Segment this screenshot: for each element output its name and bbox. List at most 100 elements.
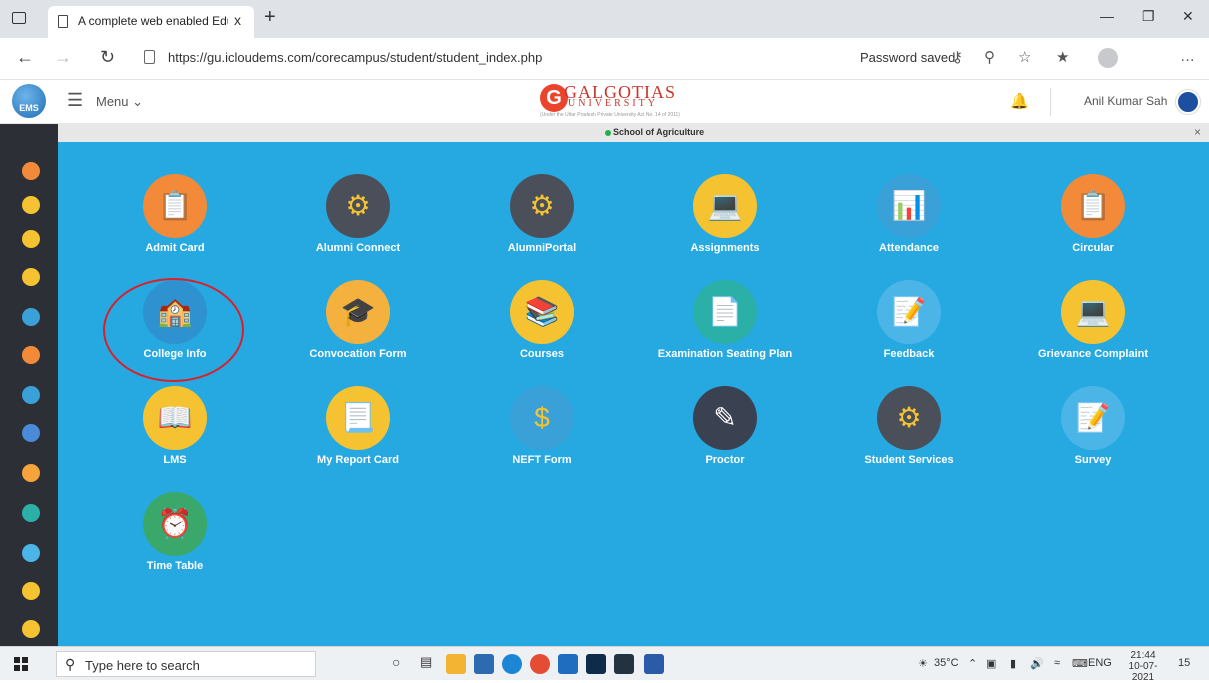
- ems-logo[interactable]: EMS: [12, 84, 46, 118]
- sticky-notes-icon[interactable]: [614, 654, 634, 674]
- tile-student-services[interactable]: ⚙ Student Services: [819, 386, 999, 486]
- back-icon[interactable]: ←: [16, 47, 34, 68]
- tile-proctor[interactable]: ✎ Proctor: [635, 386, 815, 486]
- brand-tagline: (Under the Uttar Pradesh Private Univers…: [540, 112, 680, 118]
- temperature[interactable]: 35°C: [934, 657, 959, 669]
- taskbar-search-input[interactable]: ⚲ Type here to search: [56, 651, 316, 677]
- tile-label: My Report Card: [317, 454, 399, 466]
- university-logo: G GALGOTIAS UNIVERSITY (Under the Uttar …: [540, 82, 680, 118]
- keyboard-icon[interactable]: ⌨: [1072, 657, 1088, 670]
- sidebar-student-icon-2[interactable]: [22, 582, 40, 600]
- volume-icon[interactable]: 🔊: [1030, 657, 1044, 670]
- profile-avatar[interactable]: [1098, 48, 1118, 68]
- tile-label: Admit Card: [145, 242, 205, 254]
- password-saved-indicator[interactable]: Password saved: [860, 50, 955, 65]
- document-pen-icon: ✎: [693, 386, 757, 450]
- search-icon: ⚲: [65, 656, 76, 672]
- task-view-icon[interactable]: ▤: [420, 654, 432, 670]
- tile-examination-seating-plan[interactable]: 📄 Examination Seating Plan: [635, 280, 815, 380]
- sidebar-gears-icon-2[interactable]: [22, 230, 40, 248]
- edge-icon[interactable]: [502, 654, 522, 674]
- notification-bell-icon[interactable]: 🔔: [1010, 92, 1029, 110]
- more-icon[interactable]: …: [1180, 48, 1195, 65]
- tile-alumni-connect[interactable]: ⚙ Alumni Connect: [268, 174, 448, 274]
- tab-actions-icon[interactable]: [12, 12, 26, 24]
- address-bar: ← → ↻ https://gu.icloudems.com/corecampu…: [0, 38, 1209, 80]
- header-divider: [1050, 88, 1051, 116]
- favorite-star-icon[interactable]: ☆: [1018, 48, 1031, 66]
- tile-grievance-complaint[interactable]: 💻 Grievance Complaint: [1003, 280, 1183, 380]
- clipboard-icon: 📋: [143, 174, 207, 238]
- tab-close-icon[interactable]: x: [234, 12, 241, 28]
- sidebar-gears-icon[interactable]: [22, 196, 40, 214]
- report-card-icon: 📃: [326, 386, 390, 450]
- brand-subname: UNIVERSITY: [568, 98, 658, 109]
- cortana-icon[interactable]: ○: [392, 654, 400, 670]
- sidebar-bus-icon[interactable]: [22, 386, 40, 404]
- tile-assignments[interactable]: 💻 Assignments: [635, 174, 815, 274]
- photoshop-icon[interactable]: [586, 654, 606, 674]
- refresh-icon[interactable]: ↻: [100, 47, 115, 68]
- logo-text: EMS: [19, 103, 39, 113]
- lock-icon[interactable]: [144, 50, 155, 64]
- forward-icon[interactable]: →: [54, 47, 72, 68]
- school-strip: School of Agriculture ×: [58, 124, 1209, 142]
- sidebar-student-icon[interactable]: [22, 268, 40, 286]
- tile-survey[interactable]: 📝 Survey: [1003, 386, 1183, 486]
- weather-icon[interactable]: ☀: [918, 657, 928, 670]
- tile-neft-form[interactable]: $ NEFT Form: [452, 386, 632, 486]
- user-name[interactable]: Anil Kumar Sah: [1084, 94, 1167, 108]
- url-field[interactable]: https://gu.icloudems.com/corecampus/stud…: [168, 50, 542, 65]
- strip-close-icon[interactable]: ×: [1194, 125, 1201, 139]
- sidebar-exam-icon[interactable]: [22, 504, 40, 522]
- file-explorer-icon[interactable]: [446, 654, 466, 674]
- tile-label: Attendance: [879, 242, 939, 254]
- tile-attendance[interactable]: 📊 Attendance: [819, 174, 999, 274]
- sidebar-admit-card-icon[interactable]: [22, 162, 40, 180]
- sidebar-building-icon[interactable]: [22, 308, 40, 326]
- gears-icon: ⚙: [510, 174, 574, 238]
- exam-sheet-icon: 📄: [693, 280, 757, 344]
- hamburger-menu-icon[interactable]: ☰: [67, 90, 83, 111]
- language-indicator[interactable]: ENG: [1088, 657, 1112, 669]
- sidebar-clipboard-icon[interactable]: [22, 346, 40, 364]
- books-icon: 📚: [510, 280, 574, 344]
- sidebar-form-icon[interactable]: [22, 544, 40, 562]
- word-icon[interactable]: [644, 654, 664, 674]
- key-icon[interactable]: ⚷: [952, 48, 963, 66]
- tile-admit-card[interactable]: 📋 Admit Card: [85, 174, 265, 274]
- tile-lms[interactable]: 📖 LMS: [85, 386, 265, 486]
- tile-circular[interactable]: 📋 Circular: [1003, 174, 1183, 274]
- dell-icon[interactable]: [558, 654, 578, 674]
- browser-tab[interactable]: A complete web enabled Educati x: [48, 6, 254, 38]
- favorites-icon[interactable]: ★: [1056, 48, 1069, 66]
- tile-alumni-portal[interactable]: ⚙ AlumniPortal: [452, 174, 632, 274]
- zoom-icon[interactable]: ⚲: [984, 48, 995, 66]
- minimize-icon[interactable]: —: [1100, 8, 1114, 24]
- battery-icon[interactable]: ▮: [1010, 657, 1016, 670]
- tile-convocation-form[interactable]: 🎓 Convocation Form: [268, 280, 448, 380]
- windows-start-icon[interactable]: [14, 657, 28, 671]
- tile-feedback[interactable]: 📝 Feedback: [819, 280, 999, 380]
- sidebar-person-icon[interactable]: [22, 424, 40, 442]
- tab-title: A complete web enabled Educati: [78, 14, 228, 28]
- tile-courses[interactable]: 📚 Courses: [452, 280, 632, 380]
- tile-label: Examination Seating Plan: [657, 348, 793, 360]
- new-tab-button[interactable]: +: [264, 6, 276, 29]
- wifi-icon[interactable]: ≈: [1054, 657, 1060, 669]
- network-icon[interactable]: ▣: [986, 657, 996, 670]
- chrome-icon[interactable]: [530, 654, 550, 674]
- mail-icon[interactable]: [474, 654, 494, 674]
- restore-icon[interactable]: ❐: [1142, 8, 1155, 25]
- menu-dropdown[interactable]: Menu ⌄: [96, 94, 143, 110]
- tile-my-report-card[interactable]: 📃 My Report Card: [268, 386, 448, 486]
- clock[interactable]: 21:44 10-07-2021: [1118, 650, 1168, 683]
- close-window-icon[interactable]: ✕: [1182, 8, 1194, 25]
- chevron-up-icon[interactable]: ⌃: [968, 657, 977, 670]
- notification-count[interactable]: 15: [1178, 657, 1190, 669]
- clock-time: 21:44: [1130, 650, 1156, 661]
- tile-time-table[interactable]: ⏰ Time Table: [85, 492, 265, 592]
- sidebar-books-icon[interactable]: [22, 464, 40, 482]
- sidebar-lms-icon[interactable]: [22, 620, 40, 638]
- user-avatar[interactable]: [1176, 90, 1200, 114]
